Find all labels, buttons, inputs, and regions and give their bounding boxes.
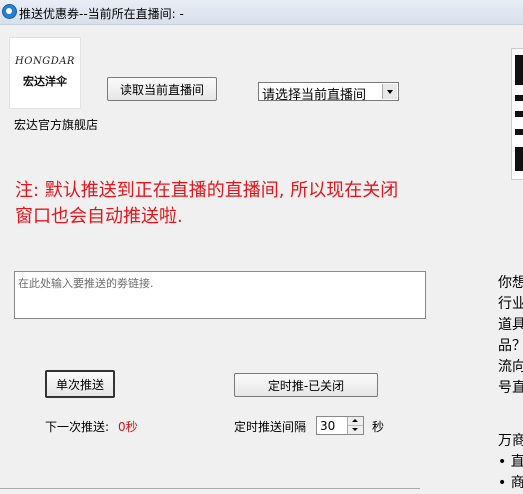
side-promo-line: 号直 [498, 380, 523, 396]
side-qr-panel [511, 48, 523, 180]
shop-name: 宏达官方旗舰店 [14, 118, 99, 132]
side-promo-line: 你想 [498, 275, 523, 291]
logo-brand-text: HONGDAR [15, 56, 75, 67]
window-title: 推送优惠券--当前所在直播间: - [19, 7, 184, 21]
qr-fragment [515, 147, 523, 171]
side-promo-line: 流向 [498, 359, 523, 375]
read-live-room-button[interactable]: 读取当前直播间 [107, 77, 217, 101]
side-promo-bullet: • 商 [498, 475, 523, 491]
interval-value: 30 [320, 419, 336, 433]
live-room-select-value: 请选择当前直播间 [262, 88, 367, 103]
notice-text: 注: 默认推送到正在直播的直播间, 所以现在关闭窗口也会自动推送啦. [15, 180, 399, 227]
next-push-label: 下一次推送: [45, 420, 110, 434]
logo-chinese-text: 宏达洋伞 [23, 75, 67, 88]
coupon-link-input[interactable]: 在此处输入要推送的劵链接. [14, 271, 426, 319]
interval-label: 定时推送间隔 [234, 420, 307, 434]
side-promo-list: 万商 • 直 • 商 [498, 431, 523, 494]
stepper-down-icon[interactable] [348, 426, 363, 434]
side-promo-bullet: • 直 [498, 454, 523, 470]
title-bar: 推送优惠券--当前所在直播间: - [0, 0, 523, 25]
side-promo-text: 你想 行业 道具 品？ 流向 号直 [498, 273, 523, 399]
side-promo-line: 道具 [498, 317, 523, 333]
side-promo-line: 行业 [498, 296, 523, 312]
side-promo-heading: 万商 [498, 433, 523, 449]
qr-fragment [515, 55, 523, 85]
coupon-link-placeholder: 在此处输入要推送的劵链接. [18, 277, 154, 290]
shop-logo: HONGDAR 宏达洋伞 [9, 37, 81, 109]
timed-push-button[interactable]: 定时推-已关闭 [234, 373, 378, 397]
stepper-buttons [347, 417, 363, 434]
stepper-up-icon[interactable] [348, 417, 363, 426]
interval-unit: 秒 [372, 420, 385, 434]
app-icon [2, 4, 17, 19]
side-promo-line: 品？ [498, 338, 523, 354]
chevron-down-icon[interactable] [382, 84, 397, 99]
interval-stepper[interactable]: 30 [316, 416, 364, 435]
single-push-button[interactable]: 单次推送 [45, 370, 115, 398]
qr-fragment [515, 111, 523, 117]
next-push-countdown: 0秒 [118, 420, 138, 434]
qr-fragment [515, 129, 523, 135]
qr-fragment [515, 95, 523, 101]
live-room-select[interactable]: 请选择当前直播间 [258, 82, 399, 103]
